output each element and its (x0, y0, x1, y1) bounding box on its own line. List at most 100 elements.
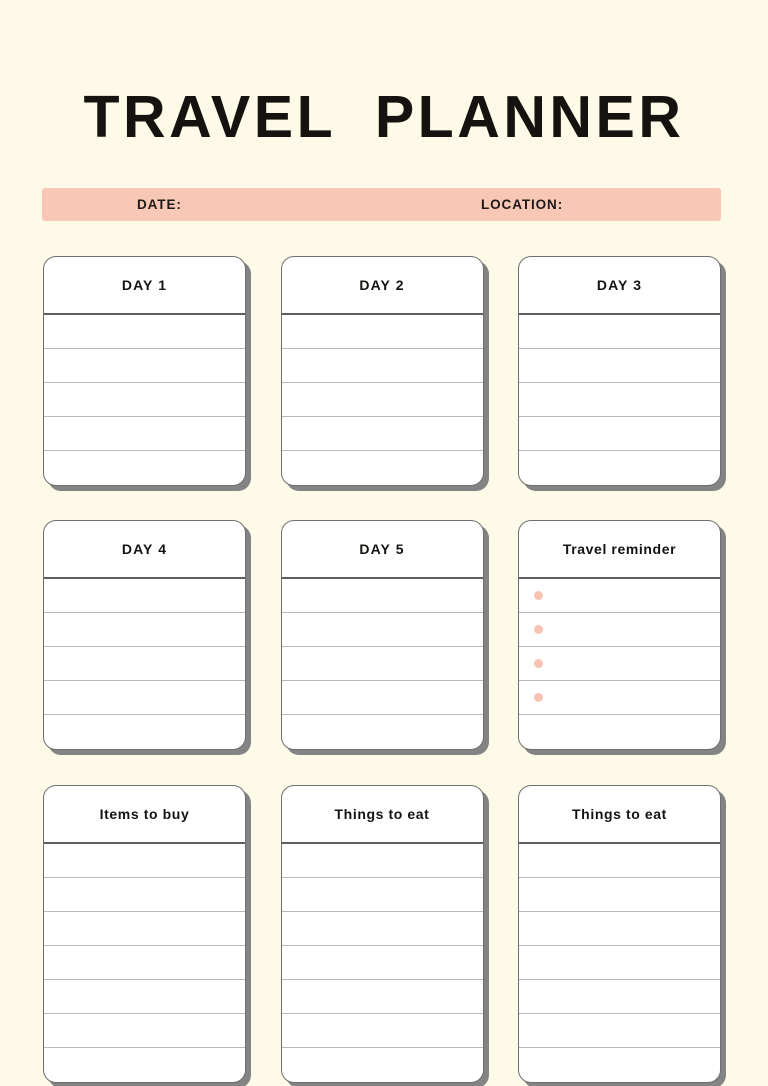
card-lines (44, 579, 245, 749)
card-day-1[interactable]: DAY 1 (43, 256, 246, 486)
card-day-4[interactable]: DAY 4 (43, 520, 246, 750)
write-line[interactable] (281, 417, 483, 451)
travel-planner-page: TRAVEL PLANNER DATE: LOCATION: DAY 1 DAY… (0, 0, 768, 1086)
card-header: DAY 1 (44, 257, 245, 315)
write-line[interactable] (281, 383, 483, 417)
date-location-bar: DATE: LOCATION: (42, 188, 721, 221)
card-day-3[interactable]: DAY 3 (518, 256, 721, 486)
bullet-dot-icon (534, 625, 543, 634)
write-line[interactable] (281, 349, 483, 383)
write-line[interactable] (44, 417, 245, 451)
write-line[interactable] (519, 417, 720, 451)
card-header: Things to eat (519, 786, 720, 844)
write-line[interactable] (519, 451, 720, 485)
write-line[interactable] (281, 1014, 483, 1048)
card-lines (519, 579, 720, 749)
reminder-line[interactable] (519, 647, 720, 681)
write-line[interactable] (281, 844, 483, 878)
write-line[interactable] (519, 946, 720, 980)
write-line[interactable] (519, 980, 720, 1014)
reminder-line[interactable] (519, 579, 720, 613)
write-line[interactable] (281, 878, 483, 912)
write-line[interactable] (44, 844, 245, 878)
write-line[interactable] (44, 1014, 245, 1048)
write-line[interactable] (519, 349, 720, 383)
card-header: Things to eat (281, 786, 483, 844)
write-line[interactable] (44, 878, 245, 912)
card-things-to-eat-1[interactable]: Things to eat (280, 785, 484, 1083)
write-line[interactable] (519, 878, 720, 912)
card-title: Items to buy (99, 806, 190, 822)
write-line[interactable] (281, 647, 483, 681)
card-title: DAY 2 (359, 277, 405, 293)
write-line[interactable] (282, 1048, 483, 1082)
write-line[interactable] (281, 579, 483, 613)
card-lines (281, 844, 483, 1082)
write-line[interactable] (281, 912, 483, 946)
write-line[interactable] (44, 1048, 245, 1082)
write-line[interactable] (44, 579, 245, 613)
write-line[interactable] (519, 844, 720, 878)
bullet-dot-icon (534, 659, 543, 668)
reminder-line[interactable] (519, 613, 720, 647)
location-label: LOCATION: (481, 197, 564, 212)
card-row-1: DAY 1 DAY 2 DAY 3 (43, 256, 721, 486)
write-line[interactable] (44, 946, 245, 980)
write-line[interactable] (282, 451, 483, 485)
write-line[interactable] (44, 912, 245, 946)
card-day-5[interactable]: DAY 5 (280, 520, 484, 750)
card-title: DAY 5 (359, 541, 405, 557)
write-line[interactable] (44, 715, 245, 749)
write-line[interactable] (519, 315, 720, 349)
bullet-dot-icon (534, 591, 543, 600)
write-line[interactable] (281, 681, 483, 715)
card-grid: DAY 1 DAY 2 DAY 3 DAY 4 DAY 5 Travel rem… (43, 256, 721, 1083)
card-row-2: DAY 4 DAY 5 Travel reminder (43, 520, 721, 750)
card-day-2[interactable]: DAY 2 (280, 256, 484, 486)
card-title: DAY 3 (596, 277, 643, 293)
card-travel-reminder[interactable]: Travel reminder (518, 520, 721, 750)
write-line[interactable] (281, 613, 483, 647)
card-title: DAY 4 (121, 541, 168, 557)
write-line[interactable] (519, 383, 720, 417)
write-line[interactable] (519, 1014, 720, 1048)
card-items-to-buy[interactable]: Items to buy (43, 785, 246, 1083)
write-line[interactable] (282, 715, 483, 749)
card-lines (44, 844, 245, 1082)
card-lines (519, 315, 720, 485)
card-lines (44, 315, 245, 485)
write-line[interactable] (44, 613, 245, 647)
write-line[interactable] (519, 1048, 720, 1082)
write-line[interactable] (44, 451, 245, 485)
write-line[interactable] (281, 980, 483, 1014)
card-header: Items to buy (44, 786, 245, 844)
write-line[interactable] (519, 912, 720, 946)
card-lines (281, 579, 483, 749)
write-line[interactable] (44, 349, 245, 383)
card-header: DAY 3 (519, 257, 720, 315)
write-line[interactable] (44, 315, 245, 349)
card-title: DAY 1 (121, 277, 168, 293)
bullet-dot-icon (534, 693, 543, 702)
date-label: DATE: (137, 197, 182, 212)
card-things-to-eat-2[interactable]: Things to eat (518, 785, 721, 1083)
card-title: Travel reminder (562, 541, 677, 557)
reminder-line[interactable] (519, 715, 720, 749)
write-line[interactable] (44, 383, 245, 417)
write-line[interactable] (281, 315, 483, 349)
page-title: TRAVEL PLANNER (83, 84, 685, 150)
card-lines (519, 844, 720, 1082)
card-header: Travel reminder (519, 521, 720, 579)
card-title: Things to eat (572, 806, 667, 822)
card-title: Things to eat (334, 806, 430, 822)
card-header: DAY 2 (281, 257, 483, 315)
write-line[interactable] (44, 647, 245, 681)
card-lines (281, 315, 483, 485)
write-line[interactable] (281, 946, 483, 980)
card-header: DAY 4 (44, 521, 245, 579)
card-row-3: Items to buy Things to eat Things to eat (43, 785, 721, 1083)
reminder-line[interactable] (519, 681, 720, 715)
write-line[interactable] (44, 980, 245, 1014)
write-line[interactable] (44, 681, 245, 715)
card-header: DAY 5 (281, 521, 483, 579)
